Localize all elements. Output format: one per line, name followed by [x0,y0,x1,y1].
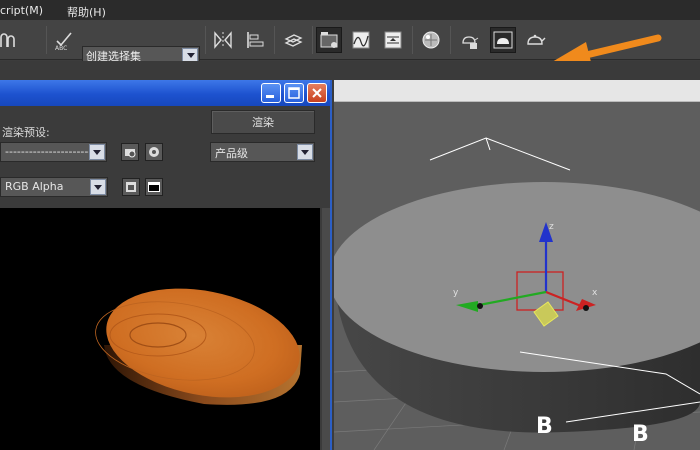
channel-value: RGB Alpha [5,180,64,193]
close-icon [312,88,322,98]
rendered-frame-window: 渲染 渲染预设: ---------------------- 产品级 RGB … [0,80,332,450]
chevron-down-icon[interactable] [89,144,105,160]
wood-disc-render [95,288,302,405]
curve-graph-icon [352,31,370,49]
material-editor-icon [422,31,440,49]
teapot-frame-icon [493,31,513,49]
svg-text:ABC: ABC [55,45,67,51]
render-setup-button[interactable] [456,27,482,53]
watermark-letter: B [632,422,649,447]
align-icon [247,32,264,48]
teapot-icon [527,34,546,45]
preset-folder-icon [125,149,136,158]
toolbar-strip [0,61,700,80]
chevron-down-icon[interactable] [297,144,313,160]
chevron-down-icon[interactable] [182,48,198,62]
layer-manager-button[interactable] [280,27,306,53]
maximize-button[interactable] [284,83,304,103]
menu-help[interactable]: 帮助(H) [67,4,106,20]
render-button[interactable]: 渲染 [211,110,315,134]
render-settings-button[interactable] [145,143,163,161]
maximize-icon [288,87,300,99]
spellcheck-icon: ABC [55,32,72,51]
rendered-frame-window-button[interactable] [490,27,516,53]
alpha-channel-button[interactable] [145,178,163,196]
teapot-settings-icon [462,36,479,49]
render-preset-dropdown[interactable]: ---------------------- [0,142,107,162]
chevron-down-icon[interactable] [90,179,106,195]
y-axis-label: y [453,288,459,298]
material-editor-button[interactable] [418,27,444,53]
track-view-icon [320,32,338,48]
paint-selection-button[interactable] [0,27,20,53]
load-preset-button[interactable] [121,143,139,161]
window-title-bar [0,80,330,106]
render-to-texture-button[interactable] [380,27,406,53]
watermark-letter: B [536,414,553,439]
render-production-button[interactable] [522,27,548,53]
minimize-button[interactable] [261,83,281,103]
perspective-viewport[interactable]: z x y B B [334,80,700,450]
align-button[interactable] [242,27,268,53]
dope-sheet-icon [384,31,402,49]
layers-icon [284,34,303,47]
menu-script[interactable]: cript(M) [0,4,43,17]
gear-icon [149,147,159,157]
mirror-icon [214,31,232,49]
render-mode-dropdown[interactable]: 产品级 [210,142,315,162]
curve-editor-button[interactable] [316,27,342,53]
channel-window-icon [126,182,136,192]
render-preset-value: ---------------------- [5,145,93,158]
menu-bar: cript(M) 帮助(H) [0,0,700,20]
main-toolbar: ABC 创建选择集 [0,20,700,66]
vertical-scrollbar[interactable] [322,208,330,450]
z-axis-label: z [549,222,554,232]
render-preset-label: 渲染预设: [2,126,50,139]
render-mode-value: 产品级 [215,147,248,160]
paint-selection-icon [0,33,15,47]
mono-channel-button[interactable] [122,178,140,196]
schematic-view-button[interactable] [348,27,374,53]
spellcheck-button[interactable]: ABC [51,27,77,53]
alpha-window-icon [148,182,160,192]
close-button[interactable] [307,83,327,103]
channel-dropdown[interactable]: RGB Alpha [0,177,108,197]
viewport-header [334,80,700,102]
viewport-scene: z x y B B [334,137,700,450]
mirror-button[interactable] [210,27,236,53]
rendered-image [0,208,320,450]
minimize-icon [266,95,274,98]
x-axis-label: x [592,288,598,298]
